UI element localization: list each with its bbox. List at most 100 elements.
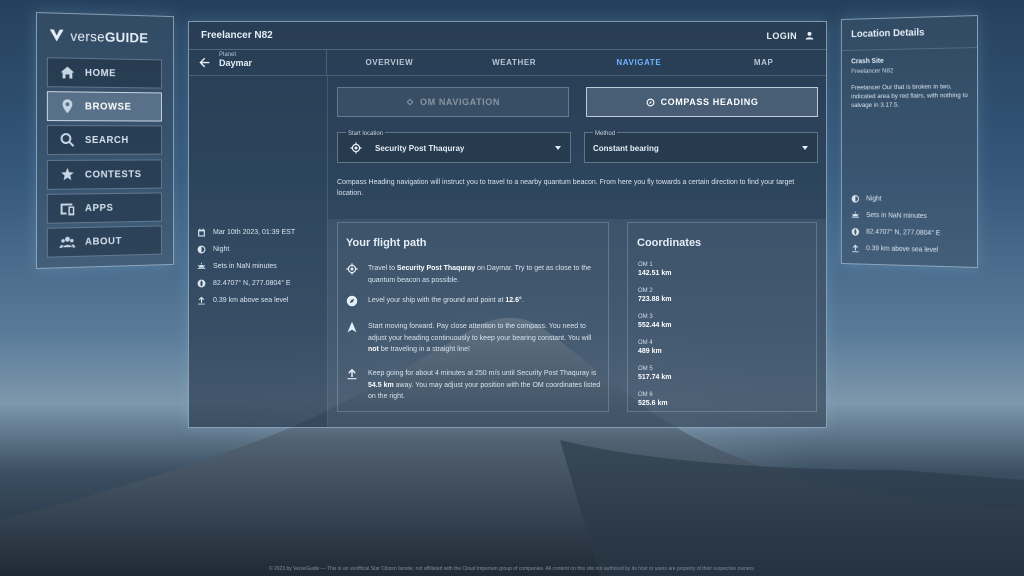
tab-map[interactable]: MAP <box>701 50 826 75</box>
nav-item-label: ABOUT <box>84 235 122 248</box>
flight-step-3: Start moving forward. Pay close attentio… <box>346 321 604 356</box>
details-time-of-day-value: Night <box>866 195 882 203</box>
details-altitude: 0.39 km above sea level <box>851 240 940 259</box>
page-title: Freelancer N82 <box>201 30 273 41</box>
flight-step-2: Level your ship with the ground and poin… <box>346 295 604 307</box>
login-button[interactable]: LOGIN <box>767 31 815 41</box>
info-coordinates-value: 82.4707° N, 277.0804° E <box>213 280 291 287</box>
location-details-panel: Location Details Crash Site Freelancer N… <box>840 15 978 268</box>
info-coordinates: 82.4707° N, 277.0804° E <box>197 275 295 292</box>
verseguide-logo[interactable]: verseGUIDE <box>37 13 173 52</box>
details-sets-value: Sets in NaN minutes <box>866 212 927 221</box>
upload-arrow-icon <box>852 244 859 253</box>
start-location-label: Start location <box>346 131 386 137</box>
navigation-arrow-icon <box>347 321 357 333</box>
location-pin-icon <box>62 100 73 115</box>
half-circle-icon <box>197 245 206 254</box>
flight-path-card: Your flight path Travel to Security Post… <box>337 222 609 412</box>
om-coordinate-item: OM 5 517.74 km <box>638 366 672 381</box>
compass-icon <box>646 98 655 106</box>
tab-bar: OVERVIEW WEATHER NAVIGATE MAP <box>327 50 826 75</box>
location-info-list: Mar 10th 2023, 01:39 EST Night Sets in N… <box>197 224 295 309</box>
location-details-title: Crash Site <box>851 57 884 66</box>
group-icon <box>59 236 76 248</box>
calendar-icon <box>198 228 205 237</box>
start-location-select[interactable]: Start location Security Post Thaquray <box>337 131 571 163</box>
upload-arrow-icon <box>347 368 357 380</box>
flight-step-3-text: Start moving forward. Pay close attentio… <box>368 323 592 353</box>
sunset-icon <box>851 211 860 218</box>
back-button[interactable] <box>189 50 219 75</box>
om-coordinate-item: OM 1 142.51 km <box>638 262 672 277</box>
compass-heading-button[interactable]: COMPASS HEADING <box>586 87 818 117</box>
nav-item-browse[interactable]: BROWSE <box>46 91 162 122</box>
flight-step-4: Keep going for about 4 minutes at 250 m/… <box>346 368 604 403</box>
panel-left-column: Mar 10th 2023, 01:39 EST Night Sets in N… <box>189 76 328 427</box>
chevron-down-icon <box>555 146 561 150</box>
compass-heading-label: COMPASS HEADING <box>660 97 759 107</box>
info-time-of-day-value: Night <box>213 246 230 253</box>
panel-header: Freelancer N82 LOGIN <box>189 22 826 50</box>
coordinates-title: Coordinates <box>637 237 702 249</box>
info-altitude: 0.39 km above sea level <box>197 292 295 309</box>
method-select[interactable]: Method Constant bearing <box>584 131 818 163</box>
arrow-left-icon <box>198 57 209 68</box>
target-icon <box>346 263 358 275</box>
info-altitude-value: 0.39 km above sea level <box>213 297 289 304</box>
planet-breadcrumb[interactable]: Planet Daymar <box>219 50 327 75</box>
devices-icon <box>60 203 75 216</box>
home-icon <box>60 67 75 80</box>
globe-icon <box>851 227 860 236</box>
nav-item-label: APPS <box>84 202 114 214</box>
location-details-subtitle: Freelancer N82 <box>851 67 894 76</box>
om-coordinate-item: OM 2 723.88 km <box>638 288 672 303</box>
location-panel: Freelancer N82 LOGIN Planet Daymar OVERV… <box>188 21 827 428</box>
tab-overview[interactable]: OVERVIEW <box>327 50 452 75</box>
info-date-value: Mar 10th 2023, 01:39 EST <box>213 229 296 236</box>
globe-icon <box>197 279 206 288</box>
details-coordinates-value: 82.4707° N, 277.0804° E <box>866 228 941 238</box>
sunset-icon <box>197 262 206 270</box>
flight-path-title: Your flight path <box>346 237 427 249</box>
main-navigation: verseGUIDE HOME BROWSE SEARCH CONTESTS A… <box>36 12 174 269</box>
nav-item-contests[interactable]: CONTESTS <box>46 159 162 190</box>
details-time-of-day: Night <box>851 190 940 208</box>
details-coordinates: 82.4707° N, 277.0804° E <box>851 223 940 242</box>
chevron-down-icon <box>802 146 808 150</box>
trophy-star-icon <box>61 167 74 181</box>
target-icon <box>350 142 362 154</box>
navigation-description: Compass Heading navigation will instruct… <box>337 179 795 197</box>
info-sets-value: Sets in NaN minutes <box>213 263 277 270</box>
details-altitude-value: 0.39 km above sea level <box>866 245 939 254</box>
nav-item-label: CONTESTS <box>84 168 142 181</box>
login-label: LOGIN <box>766 30 797 41</box>
method-value: Constant bearing <box>593 144 659 153</box>
planet-value: Daymar <box>219 58 253 68</box>
nav-item-label: SEARCH <box>84 134 129 146</box>
nav-item-label: HOME <box>84 67 117 79</box>
nav-item-home[interactable]: HOME <box>46 57 162 89</box>
location-details-info-list: Night Sets in NaN minutes 82.4707° N, 27… <box>851 190 940 258</box>
nav-item-about[interactable]: ABOUT <box>46 225 162 258</box>
om-navigation-label: OM NAVIGATION <box>420 97 500 107</box>
search-icon <box>60 133 75 147</box>
info-date: Mar 10th 2023, 01:39 EST <box>197 224 295 241</box>
footer-copyright: © 2023 by VerseGuide — This is an unoffi… <box>268 566 756 572</box>
half-circle-icon <box>851 194 860 203</box>
om-navigation-button[interactable]: OM NAVIGATION <box>337 87 569 117</box>
location-details-header: Location Details <box>841 16 978 51</box>
tab-weather[interactable]: WEATHER <box>452 50 577 75</box>
om-coordinate-item: OM 3 552.44 km <box>638 314 672 329</box>
user-icon <box>805 31 814 40</box>
verseguide-logo-icon <box>49 29 64 42</box>
flight-step-4-text: Keep going for about 4 minutes at 250 m/… <box>368 370 601 400</box>
details-sets: Sets in NaN minutes <box>851 207 940 225</box>
compass-icon <box>346 295 358 307</box>
nav-item-search[interactable]: SEARCH <box>46 125 162 155</box>
om-coordinate-item: OM 6 525.6 km <box>638 392 668 407</box>
flight-step-1-text: Travel to Security Post Thaquray on Daym… <box>368 265 592 284</box>
logo-text: verseGUIDE <box>70 27 149 46</box>
om-coordinate-item: OM 4 489 km <box>638 340 662 355</box>
nav-item-apps[interactable]: APPS <box>46 192 162 224</box>
tab-navigate[interactable]: NAVIGATE <box>577 50 702 75</box>
